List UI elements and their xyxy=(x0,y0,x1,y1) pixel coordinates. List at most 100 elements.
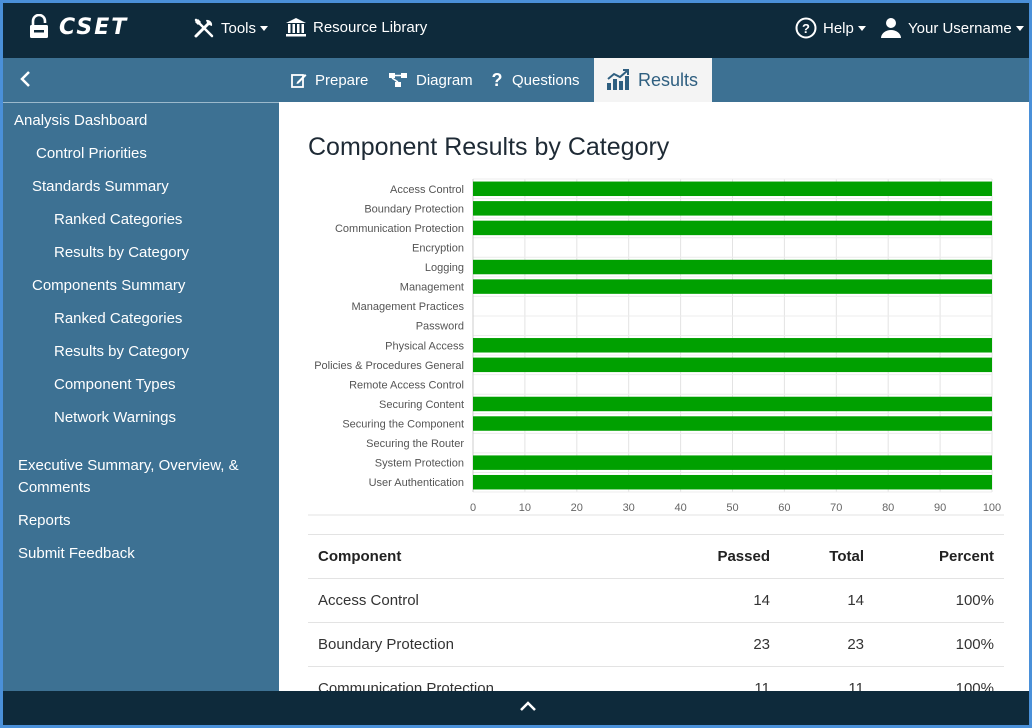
help-icon: ? xyxy=(795,17,817,39)
chart-icon xyxy=(607,69,629,90)
tools-icon xyxy=(194,18,214,38)
y-tick-label: Encryption xyxy=(412,242,464,254)
collapse-sidebar-button[interactable] xyxy=(18,69,32,94)
tab-label: Questions xyxy=(512,71,580,89)
cell-passed: 23 xyxy=(640,622,780,667)
bar xyxy=(473,220,992,236)
results-table: Component Passed Total Percent Access Co… xyxy=(308,534,1004,691)
help-label: Help xyxy=(823,19,854,37)
x-tick-label: 80 xyxy=(882,502,894,514)
y-tick-label: Logging xyxy=(425,262,464,274)
table-row: Boundary Protection 23 23 100% xyxy=(308,622,1004,667)
y-tick-label: Access Control xyxy=(390,184,464,196)
sidebar-item-label: Comments xyxy=(18,479,91,496)
column-header-total[interactable]: Total xyxy=(780,534,874,579)
sidebar: Analysis Dashboard Control Priorities St… xyxy=(3,102,279,691)
x-tick-label: 60 xyxy=(778,502,790,514)
tab-diagram[interactable]: Diagram xyxy=(388,58,473,102)
sidebar-item-component-results-by-category[interactable]: Results by Category xyxy=(54,341,189,363)
table-row: Communication Protection 11 11 100% xyxy=(308,666,1004,691)
sidebar-item-analysis-dashboard[interactable]: Analysis Dashboard xyxy=(14,110,147,132)
sidebar-item-component-ranked-categories[interactable]: Ranked Categories xyxy=(54,308,182,330)
y-tick-label: Policies & Procedures General xyxy=(314,360,464,372)
bottom-bar xyxy=(3,691,1029,725)
y-tick-label: Remote Access Control xyxy=(349,379,464,391)
sidebar-item-standards-summary[interactable]: Standards Summary xyxy=(32,176,169,198)
tools-menu[interactable]: Tools xyxy=(193,17,269,39)
chevron-down-icon xyxy=(260,25,269,31)
sidebar-item-executive-summary[interactable]: Executive Summary, Overview, & Comments xyxy=(18,455,239,499)
tools-label: Tools xyxy=(221,19,257,37)
cset-logo[interactable]: CSET xyxy=(29,14,128,40)
cell-total: 11 xyxy=(780,666,874,691)
bar xyxy=(473,474,992,490)
sidebar-item-control-priorities[interactable]: Control Priorities xyxy=(36,143,147,165)
sidebar-item-components-summary[interactable]: Components Summary xyxy=(32,275,185,297)
cell-component: Access Control xyxy=(308,578,640,623)
edit-icon xyxy=(291,74,307,88)
y-tick-label: Management xyxy=(400,282,464,294)
sidebar-item-ranked-categories[interactable]: Ranked Categories xyxy=(54,209,182,231)
y-tick-label: Boundary Protection xyxy=(364,203,464,215)
svg-text:?: ? xyxy=(492,71,503,89)
x-tick-label: 70 xyxy=(830,502,842,514)
sidebar-item-reports[interactable]: Reports xyxy=(18,510,71,532)
tab-label: Results xyxy=(638,69,699,90)
main-content: Component Results by Category 0 10 20 30 40 5… xyxy=(279,102,1029,691)
question-icon: ? xyxy=(492,71,503,89)
cell-percent: 100% xyxy=(874,622,1004,667)
sidebar-item-results-by-category[interactable]: Results by Category xyxy=(54,242,189,264)
resource-library-link[interactable]: Resource Library xyxy=(285,17,427,37)
table-row: Access Control 14 14 100% xyxy=(308,578,1004,623)
column-header-component[interactable]: Component xyxy=(308,534,640,579)
x-tick-label: 40 xyxy=(674,502,686,514)
x-tick-label: 90 xyxy=(934,502,946,514)
bar xyxy=(473,455,992,470)
diagram-icon xyxy=(389,73,407,87)
chevron-down-icon xyxy=(857,25,866,31)
section-tabs-bar: Prepare Diagram ? Questions Results xyxy=(3,58,1029,102)
results-chart: 0 10 20 30 40 50 60 70 80 90 100 Access Control Boun… xyxy=(279,172,1029,517)
y-tick-label: System Protection xyxy=(375,458,464,470)
user-menu[interactable]: Your Username xyxy=(880,17,1024,39)
column-header-percent[interactable]: Percent xyxy=(874,534,1004,579)
cell-total: 14 xyxy=(780,578,874,623)
cell-percent: 100% xyxy=(874,666,1004,691)
sidebar-item-network-warnings[interactable]: Network Warnings xyxy=(54,407,176,429)
top-navbar: CSET Tools Resource Library ? Help Your … xyxy=(3,3,1029,58)
tab-results[interactable]: Results xyxy=(594,58,712,102)
column-header-passed[interactable]: Passed xyxy=(640,534,780,579)
username-label: Your Username xyxy=(908,19,1012,37)
bar xyxy=(473,338,992,353)
x-tick-label: 0 xyxy=(470,502,476,514)
expand-panel-button[interactable] xyxy=(519,699,537,718)
sidebar-item-submit-feedback[interactable]: Submit Feedback xyxy=(18,543,135,565)
cell-passed: 14 xyxy=(640,578,780,623)
chevron-left-icon xyxy=(20,71,30,87)
y-tick-label: Communication Protection xyxy=(335,223,464,235)
y-tick-label: Securing Content xyxy=(379,399,464,411)
y-tick-label: User Authentication xyxy=(369,477,464,489)
tab-questions[interactable]: ? Questions xyxy=(490,58,580,102)
x-tick-label: 20 xyxy=(571,502,583,514)
lock-icon xyxy=(30,14,48,38)
sidebar-item-component-types[interactable]: Component Types xyxy=(54,374,175,396)
chevron-up-icon xyxy=(520,701,536,711)
app-window: CSET Tools Resource Library ? Help Your … xyxy=(3,3,1029,725)
tab-prepare[interactable]: Prepare xyxy=(289,58,370,102)
sidebar-item-label: Executive Summary, Overview, & xyxy=(18,457,239,474)
x-tick-label: 30 xyxy=(623,502,635,514)
bar xyxy=(473,181,992,197)
y-tick-label: Physical Access xyxy=(385,340,464,352)
chevron-down-icon xyxy=(1015,25,1024,31)
logo-text: CSET xyxy=(59,14,129,40)
y-tick-label: Management Practices xyxy=(352,301,465,313)
table-header-row: Component Passed Total Percent xyxy=(308,534,1004,579)
y-tick-label: Securing the Component xyxy=(342,419,464,431)
x-tick-label: 10 xyxy=(519,502,531,514)
cell-component: Boundary Protection xyxy=(308,622,640,667)
help-menu[interactable]: ? Help xyxy=(795,17,866,39)
bar-chart: 0 10 20 30 40 50 60 70 80 90 100 Access Control Boun… xyxy=(308,178,1004,516)
bar xyxy=(473,259,992,275)
x-tick-label: 100 xyxy=(983,502,1001,514)
